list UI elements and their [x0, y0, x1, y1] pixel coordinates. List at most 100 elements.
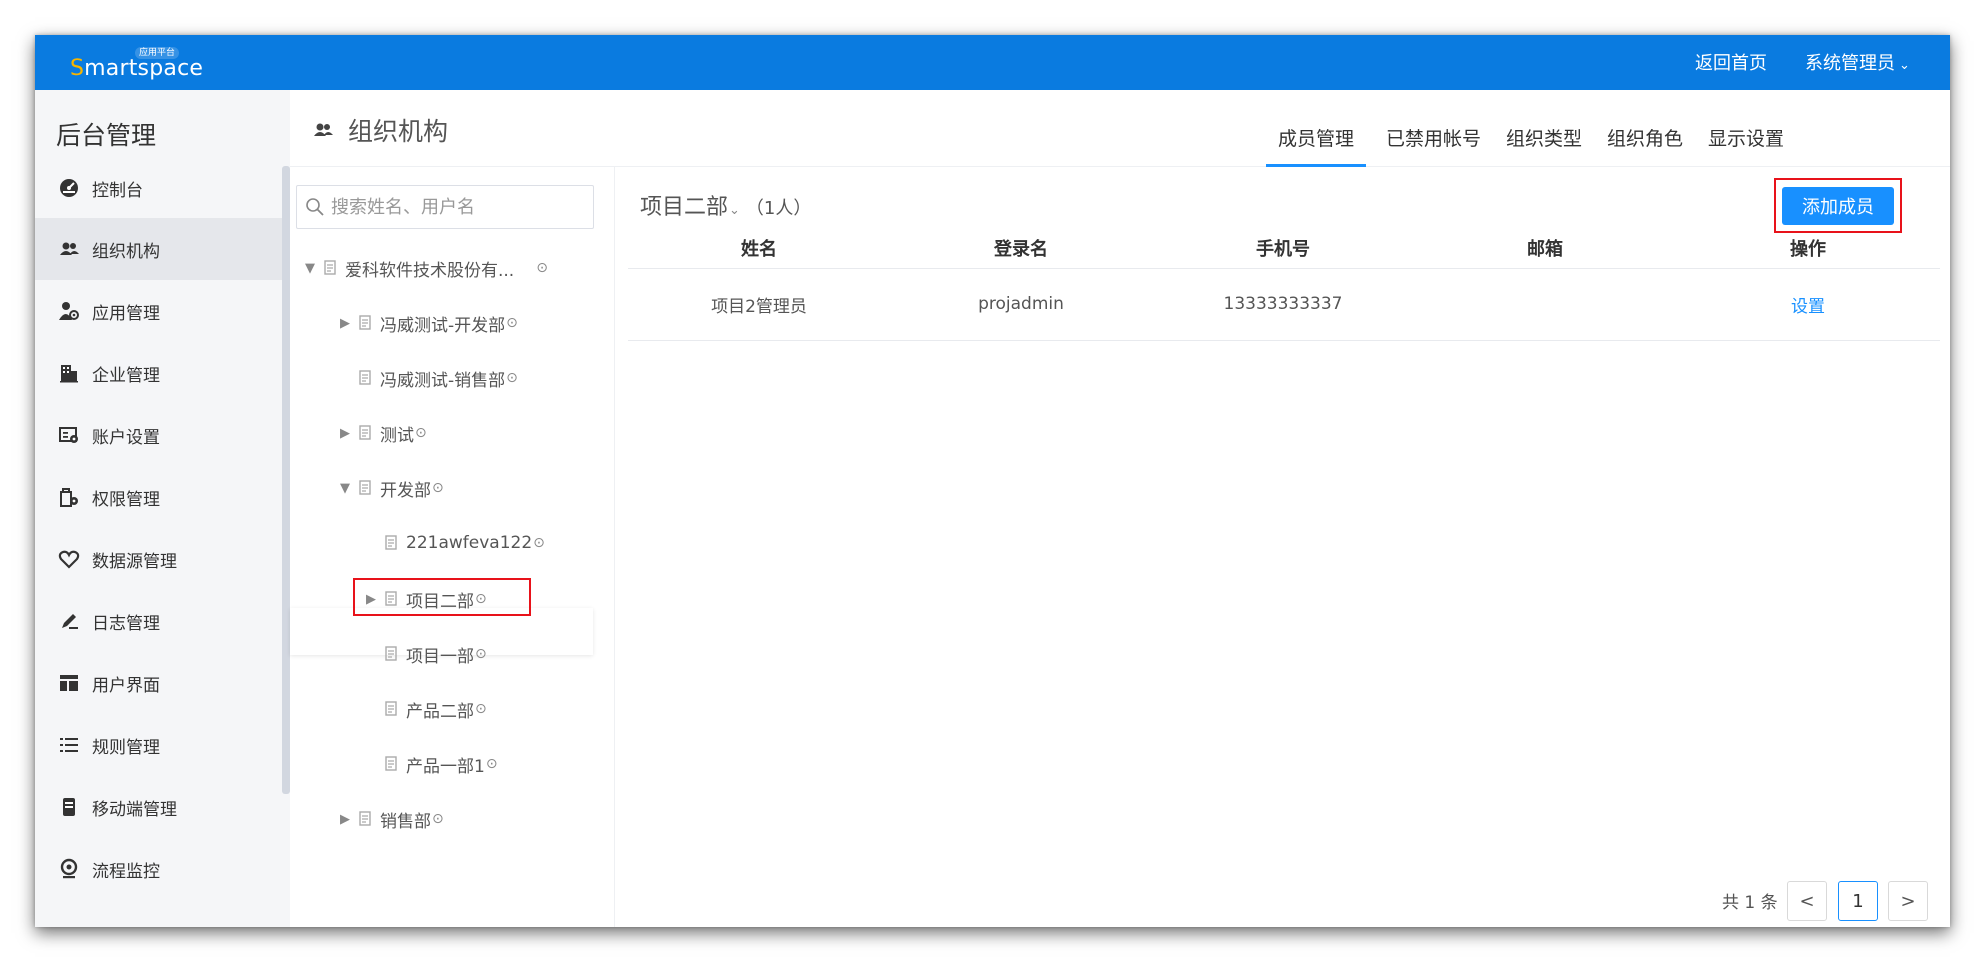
caret-down-icon[interactable]: ▼ [335, 481, 355, 496]
sidebar-item-label: 账户设置 [92, 427, 160, 448]
settings-link[interactable]: 设置 [1791, 297, 1825, 317]
chevron-down-icon[interactable]: ⌄ [729, 203, 740, 218]
building-icon [56, 362, 82, 384]
chevron-circle-down-icon[interactable]: ⊙ [536, 260, 548, 276]
tree-node[interactable]: 产品二部 ⊙ [361, 691, 487, 727]
tree-node[interactable]: ▶ 测试 ⊙ [335, 415, 427, 451]
cell-name: 项目2管理员 [628, 268, 890, 341]
home-link[interactable]: 返回首页 [1695, 49, 1767, 75]
list-icon [56, 734, 82, 756]
tree-node[interactable]: 产品一部1 ⊙ [361, 746, 498, 782]
sidebar-item-datasource[interactable]: 数据源管理 [35, 528, 282, 590]
sidebar-title: 后台管理 [56, 121, 157, 150]
tab-org-types[interactable]: 组织类型 [1494, 124, 1594, 167]
sidebar-item-org[interactable]: 组织机构 [35, 218, 282, 280]
chevron-circle-down-icon[interactable]: ⊙ [475, 591, 487, 607]
tree-node-selected[interactable]: ▶ 项目二部 ⊙ [361, 581, 487, 617]
permission-icon [56, 486, 82, 508]
chevron-circle-down-icon[interactable]: ⊙ [486, 756, 498, 772]
chevron-circle-down-icon[interactable]: ⊙ [506, 370, 518, 386]
tree-node-label: 测试 [380, 425, 414, 446]
tree-node[interactable]: ▼ 爱科软件技术股份有... ⊙ [300, 250, 548, 286]
tree-node[interactable]: 项目一部 ⊙ [361, 636, 487, 672]
layout-icon [56, 672, 82, 694]
tree-node[interactable]: ▶ 销售部 ⊙ [335, 801, 444, 837]
department-title[interactable]: 项目二部 ⌄ （1人） [640, 189, 811, 221]
document-icon [385, 701, 397, 716]
search-input[interactable] [331, 196, 581, 218]
tree-node[interactable]: ▼ 开发部 ⊙ [335, 470, 444, 506]
caret-right-icon[interactable]: ▶ [335, 426, 355, 441]
caret-right-icon[interactable]: ▶ [335, 812, 355, 827]
document-icon [385, 591, 397, 606]
org-header: 组织机构 成员管理 已禁用帐号 组织类型 组织角色 显示设置 [290, 90, 1950, 167]
sidebar-item-label: 用户界面 [92, 675, 160, 696]
sidebar-item-ui[interactable]: 用户界面 [35, 652, 282, 714]
prev-page-button[interactable]: < [1787, 881, 1827, 921]
tab-members[interactable]: 成员管理 [1266, 124, 1367, 167]
top-bar: Smartspace 应用平台 返回首页 系统管理员 ⌄ [35, 35, 1950, 90]
sidebar-item-account-settings[interactable]: 账户设置 [35, 404, 282, 466]
table-row[interactable]: 项目2管理员 projadmin 13333333337 设置 [628, 268, 1940, 341]
document-icon [359, 425, 371, 440]
tab-disabled-accounts[interactable]: 已禁用帐号 [1374, 124, 1493, 167]
cell-login: projadmin [890, 268, 1152, 341]
tree-node-label: 产品一部1 [406, 756, 485, 777]
sidebar-item-process-monitor[interactable]: 流程监控 [35, 838, 282, 900]
column-header-email[interactable]: 邮箱 [1414, 229, 1676, 269]
sidebar-item-permissions[interactable]: 权限管理 [35, 466, 282, 528]
chevron-circle-down-icon[interactable]: ⊙ [475, 701, 487, 717]
caret-down-icon[interactable]: ▼ [300, 261, 320, 276]
caret-right-icon[interactable]: ▶ [335, 316, 355, 331]
column-header-login[interactable]: 登录名 [890, 229, 1152, 269]
tree-node[interactable]: 221awfeva122 ⊙ [361, 525, 545, 561]
member-count: （1人） [745, 198, 812, 219]
pen-icon [56, 610, 82, 632]
chevron-circle-down-icon[interactable]: ⊙ [533, 535, 545, 551]
search-icon [306, 198, 324, 216]
mobile-icon [56, 796, 82, 818]
page-title: 组织机构 [312, 112, 448, 148]
sidebar-item-label: 移动端管理 [92, 799, 177, 820]
user-menu[interactable]: 系统管理员 ⌄ [1805, 49, 1910, 75]
tree-node[interactable]: 冯威测试-销售部 ⊙ [335, 360, 518, 396]
dashboard-icon [56, 177, 82, 199]
chevron-circle-down-icon[interactable]: ⊙ [475, 646, 487, 662]
tree-node-label: 冯威测试-销售部 [380, 370, 506, 391]
sidebar-item-label: 组织机构 [92, 241, 160, 262]
chevron-circle-down-icon[interactable]: ⊙ [432, 480, 444, 496]
caret-right-icon[interactable]: ▶ [361, 592, 381, 607]
sidebar-item-rules[interactable]: 规则管理 [35, 714, 282, 776]
users-icon [314, 123, 333, 136]
chevron-circle-down-icon[interactable]: ⊙ [432, 811, 444, 827]
column-header-phone[interactable]: 手机号 [1152, 229, 1414, 269]
sidebar-scrollbar[interactable] [282, 166, 290, 794]
cell-phone: 13333333337 [1152, 268, 1414, 341]
column-header-name[interactable]: 姓名 [628, 229, 890, 269]
sidebar-item-logs[interactable]: 日志管理 [35, 590, 282, 652]
sidebar-item-apps[interactable]: 应用管理 [35, 280, 282, 342]
tree-node-label: 221awfeva122 [406, 533, 533, 553]
cell-actions: 设置 [1676, 268, 1940, 341]
document-icon [359, 315, 371, 330]
tab-display-settings[interactable]: 显示设置 [1696, 124, 1796, 167]
tab-org-roles[interactable]: 组织角色 [1595, 124, 1695, 167]
tree-node[interactable]: ▶ 冯威测试-开发部 ⊙ [335, 305, 518, 341]
sidebar-item-label: 企业管理 [92, 365, 160, 386]
sidebar-item-mobile[interactable]: 移动端管理 [35, 776, 282, 838]
next-page-button[interactable]: > [1888, 881, 1928, 921]
page-1-button[interactable]: 1 [1838, 881, 1878, 921]
department-name: 项目二部 [640, 195, 729, 220]
sidebar-item-dashboard[interactable]: 控制台 [35, 157, 282, 219]
account-settings-icon [56, 424, 82, 446]
document-icon [385, 646, 397, 661]
users-icon [56, 238, 82, 260]
document-icon [359, 480, 371, 495]
tree-node-label: 项目一部 [406, 646, 474, 667]
smartspace-logo[interactable]: Smartspace 应用平台 [70, 47, 203, 83]
sidebar-item-enterprise[interactable]: 企业管理 [35, 342, 282, 404]
add-member-button[interactable]: 添加成员 [1782, 187, 1894, 225]
chevron-circle-down-icon[interactable]: ⊙ [415, 425, 427, 441]
org-tree-panel: ▼ 爱科软件技术股份有... ⊙ ▶ 冯威测试-开发部 ⊙ 冯威测试-销售部 ⊙… [290, 167, 615, 927]
chevron-circle-down-icon[interactable]: ⊙ [506, 315, 518, 331]
